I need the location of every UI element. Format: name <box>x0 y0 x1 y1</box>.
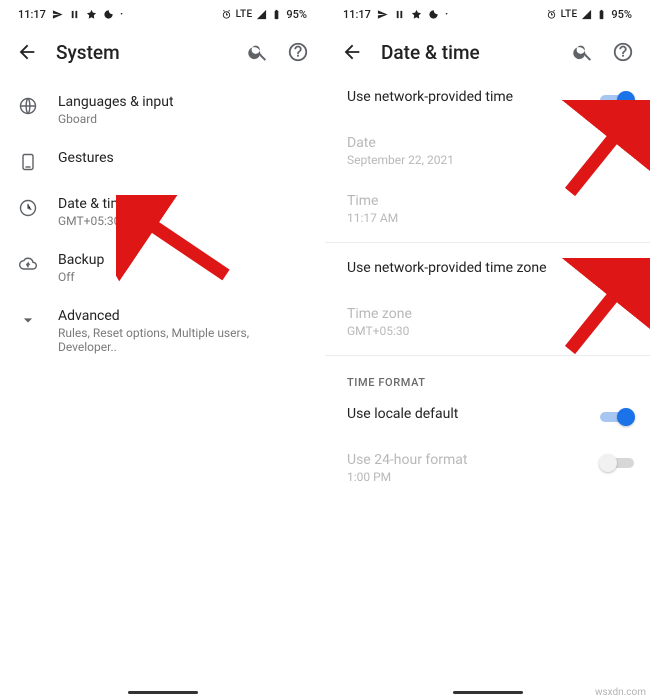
page-title: System <box>56 41 120 64</box>
row-title: Gestures <box>58 150 309 166</box>
row-subtitle: 11:17 AM <box>347 211 626 225</box>
moon-icon <box>103 9 114 20</box>
row-subtitle: 1:00 PM <box>347 470 592 484</box>
time-row: Time 11:17 AM <box>325 180 650 238</box>
chevron-down-icon <box>18 308 58 354</box>
more-indicator: · <box>445 7 448 21</box>
timezone-row: Time zone GMT+05:30 <box>325 293 650 351</box>
pause-icon <box>69 9 80 20</box>
row-subtitle: Off <box>58 270 309 284</box>
date-time-settings-panel: 11:17 · LTE <box>325 0 650 700</box>
clock-icon <box>18 196 58 228</box>
advanced-row[interactable]: Advanced Rules, Reset options, Multiple … <box>0 296 325 366</box>
row-title: Time zone <box>347 306 626 322</box>
send-icon <box>377 9 388 20</box>
row-title: Time <box>347 193 626 209</box>
navigation-pill[interactable] <box>453 691 523 694</box>
watermark: wsxdn.com <box>595 687 646 698</box>
date-time-row[interactable]: Date & time GMT+05:30 <box>0 184 325 240</box>
row-title: Date <box>347 135 626 151</box>
network-time-row[interactable]: Use network-provided time <box>325 76 650 122</box>
section-header: TIME FORMAT <box>325 360 650 393</box>
moon-icon <box>428 9 439 20</box>
search-button[interactable] <box>247 41 269 63</box>
cloud-upload-icon <box>18 252 58 284</box>
network-type: LTE <box>236 9 253 20</box>
send-icon <box>52 9 63 20</box>
navigation-pill[interactable] <box>128 691 198 694</box>
locale-default-row[interactable]: Use locale default <box>325 393 650 439</box>
alarm-icon <box>546 9 557 20</box>
page-title: Date & time <box>381 41 480 64</box>
settings-list: Languages & input Gboard Gestures Date &… <box>0 76 325 366</box>
gestures-icon <box>18 150 58 172</box>
back-button[interactable] <box>341 41 363 63</box>
24-hour-row: Use 24-hour format 1:00 PM <box>325 439 650 497</box>
backup-row[interactable]: Backup Off <box>0 240 325 296</box>
divider <box>325 242 650 243</box>
24-hour-toggle <box>600 454 634 472</box>
globe-icon <box>18 94 58 126</box>
battery-percent: 95% <box>611 8 632 21</box>
signal-icon <box>581 9 592 20</box>
row-subtitle: September 22, 2021 <box>347 153 626 167</box>
row-subtitle: Gboard <box>58 112 309 126</box>
network-timezone-toggle[interactable] <box>600 262 634 280</box>
status-time: 11:17 <box>343 8 371 21</box>
row-subtitle: Rules, Reset options, Multiple users, De… <box>58 326 309 354</box>
search-button[interactable] <box>572 41 594 63</box>
battery-percent: 95% <box>286 8 307 21</box>
row-subtitle: GMT+05:30 <box>58 214 309 228</box>
network-time-toggle[interactable] <box>600 91 634 109</box>
date-row: Date September 22, 2021 <box>325 122 650 180</box>
help-button[interactable] <box>287 41 309 63</box>
languages-input-row[interactable]: Languages & input Gboard <box>0 82 325 138</box>
title-bar: Date & time <box>325 28 650 76</box>
back-button[interactable] <box>16 41 38 63</box>
status-bar: 11:17 · LTE <box>325 0 650 28</box>
pause-icon <box>394 9 405 20</box>
help-button[interactable] <box>612 41 634 63</box>
alarm-icon <box>221 9 232 20</box>
row-title: Use network-provided time zone <box>347 260 592 276</box>
app-icon <box>86 9 97 20</box>
row-title: Use 24-hour format <box>347 452 592 468</box>
row-title: Languages & input <box>58 94 309 110</box>
row-title: Date & time <box>58 196 309 212</box>
gestures-row[interactable]: Gestures <box>0 138 325 184</box>
signal-icon <box>256 9 267 20</box>
app-icon <box>411 9 422 20</box>
divider <box>325 355 650 356</box>
row-title: Use locale default <box>347 406 592 422</box>
title-bar: System <box>0 28 325 76</box>
network-timezone-row[interactable]: Use network-provided time zone <box>325 247 650 293</box>
status-time: 11:17 <box>18 8 46 21</box>
locale-default-toggle[interactable] <box>600 408 634 426</box>
more-indicator: · <box>120 7 123 21</box>
status-bar: 11:17 · LTE <box>0 0 325 28</box>
battery-icon <box>271 9 282 20</box>
system-settings-panel: 11:17 · LTE <box>0 0 325 700</box>
network-type: LTE <box>561 9 578 20</box>
row-title: Use network-provided time <box>347 89 592 105</box>
row-subtitle: GMT+05:30 <box>347 324 626 338</box>
row-title: Advanced <box>58 308 309 324</box>
battery-icon <box>596 9 607 20</box>
row-title: Backup <box>58 252 309 268</box>
